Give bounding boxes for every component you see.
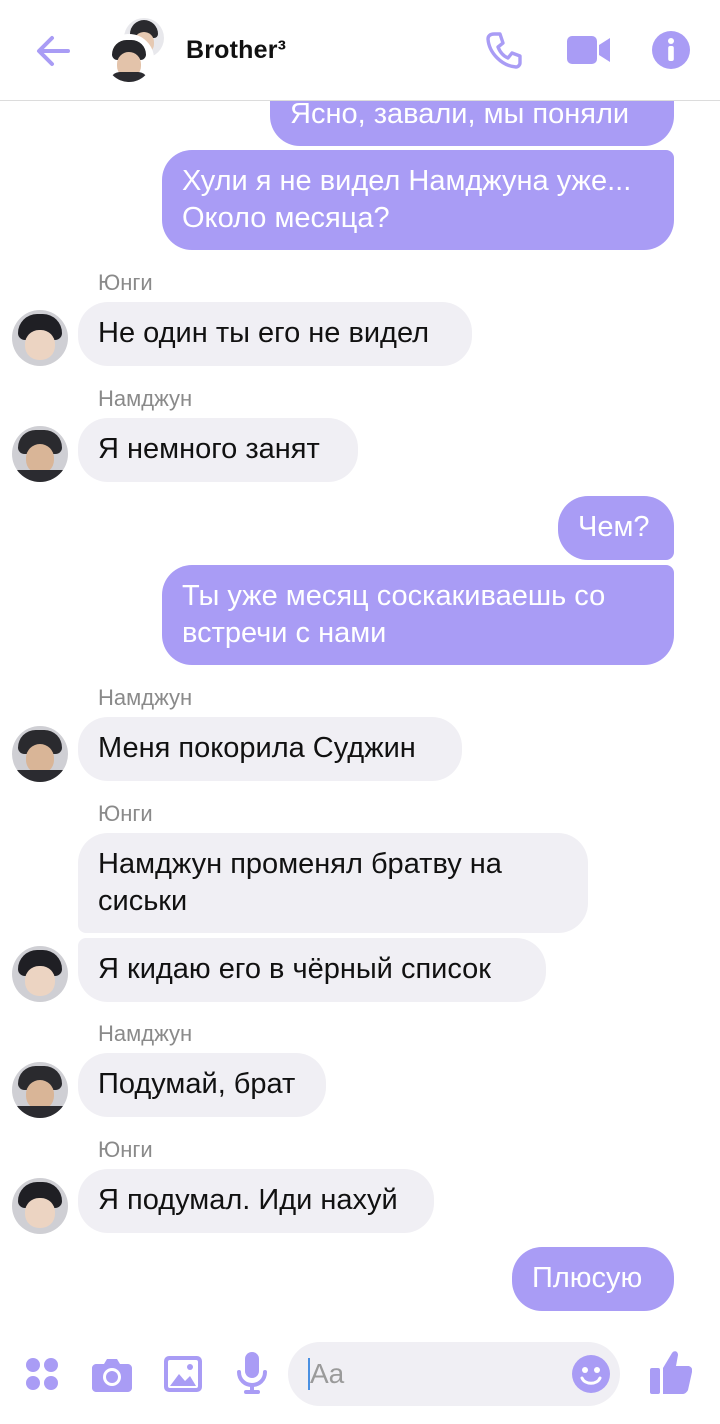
emoji-icon[interactable]	[572, 1355, 610, 1393]
message-text: Плюсую	[532, 1262, 643, 1294]
thumbs-up-icon[interactable]	[650, 1350, 693, 1394]
outgoing-message[interactable]: Хули я не видел Намджуна уже... Около ме…	[162, 150, 674, 250]
message-text: Я подумал. Иди нахуй	[98, 1184, 398, 1216]
microphone-icon[interactable]	[236, 1352, 268, 1394]
message-text: Чем?	[578, 511, 650, 543]
incoming-message[interactable]: Подумай, брат	[78, 1053, 326, 1117]
sender-name: Юнги	[98, 801, 153, 826]
phone-icon[interactable]	[484, 30, 524, 70]
conversation-title[interactable]: Brother³	[186, 36, 286, 65]
avatar-namjoon[interactable]	[12, 426, 68, 482]
message-text: Я немного занят	[98, 433, 320, 465]
gallery-icon[interactable]	[164, 1356, 202, 1392]
outgoing-message[interactable]: Чем?	[558, 496, 674, 560]
incoming-message[interactable]: Я кидаю его в чёрный список	[78, 938, 546, 1002]
sender-name: Юнги	[98, 270, 153, 295]
message-text: Намджун променял братву на сиськи	[98, 848, 502, 917]
message-input[interactable]: Aa	[288, 1342, 620, 1406]
sender-name: Намджун	[98, 386, 193, 411]
video-camera-icon[interactable]	[566, 34, 612, 66]
sender-name: Юнги	[98, 1137, 153, 1162]
message-text: Не один ты его не видел	[98, 317, 430, 349]
incoming-message[interactable]: Не один ты его не видел	[78, 302, 472, 366]
message-text: Меня покорила Суджин	[98, 732, 416, 764]
outgoing-message[interactable]: Плюсую	[512, 1247, 674, 1311]
avatar-namjoon[interactable]	[12, 1062, 68, 1118]
incoming-message[interactable]: Я немного занят	[78, 418, 358, 482]
camera-icon[interactable]	[92, 1356, 132, 1392]
message-text: Ясно, завали, мы поняли	[290, 98, 630, 130]
message-input-placeholder: Aa	[310, 1358, 345, 1389]
back-arrow-icon[interactable]	[34, 32, 72, 70]
composer-bar: Aa	[0, 1334, 720, 1424]
sender-name: Намджун	[98, 1021, 193, 1046]
info-icon[interactable]	[652, 31, 690, 69]
avatar-yoongi[interactable]	[12, 310, 68, 366]
apps-icon[interactable]	[24, 1356, 60, 1392]
incoming-message[interactable]: Намджун променял братву на сиськи	[78, 833, 588, 933]
chat-header: Brother³	[0, 0, 720, 101]
message-text: Я кидаю его в чёрный список	[98, 953, 491, 985]
avatar-yoongi[interactable]	[12, 946, 68, 1002]
message-text: Хули я не видел Намджуна уже... Около ме…	[182, 165, 632, 234]
message-text: Подумай, брат	[98, 1068, 296, 1100]
message-text: Ты уже месяц соскакиваешь со встречи с н…	[182, 580, 606, 649]
outgoing-message[interactable]: Ты уже месяц соскакиваешь со встречи с н…	[162, 565, 674, 665]
sender-name: Намджун	[98, 685, 193, 710]
group-avatar[interactable]	[104, 18, 164, 84]
incoming-message[interactable]: Меня покорила Суджин	[78, 717, 462, 781]
incoming-message[interactable]: Я подумал. Иди нахуй	[78, 1169, 434, 1233]
avatar-yoongi[interactable]	[12, 1178, 68, 1234]
avatar-namjoon[interactable]	[12, 726, 68, 782]
